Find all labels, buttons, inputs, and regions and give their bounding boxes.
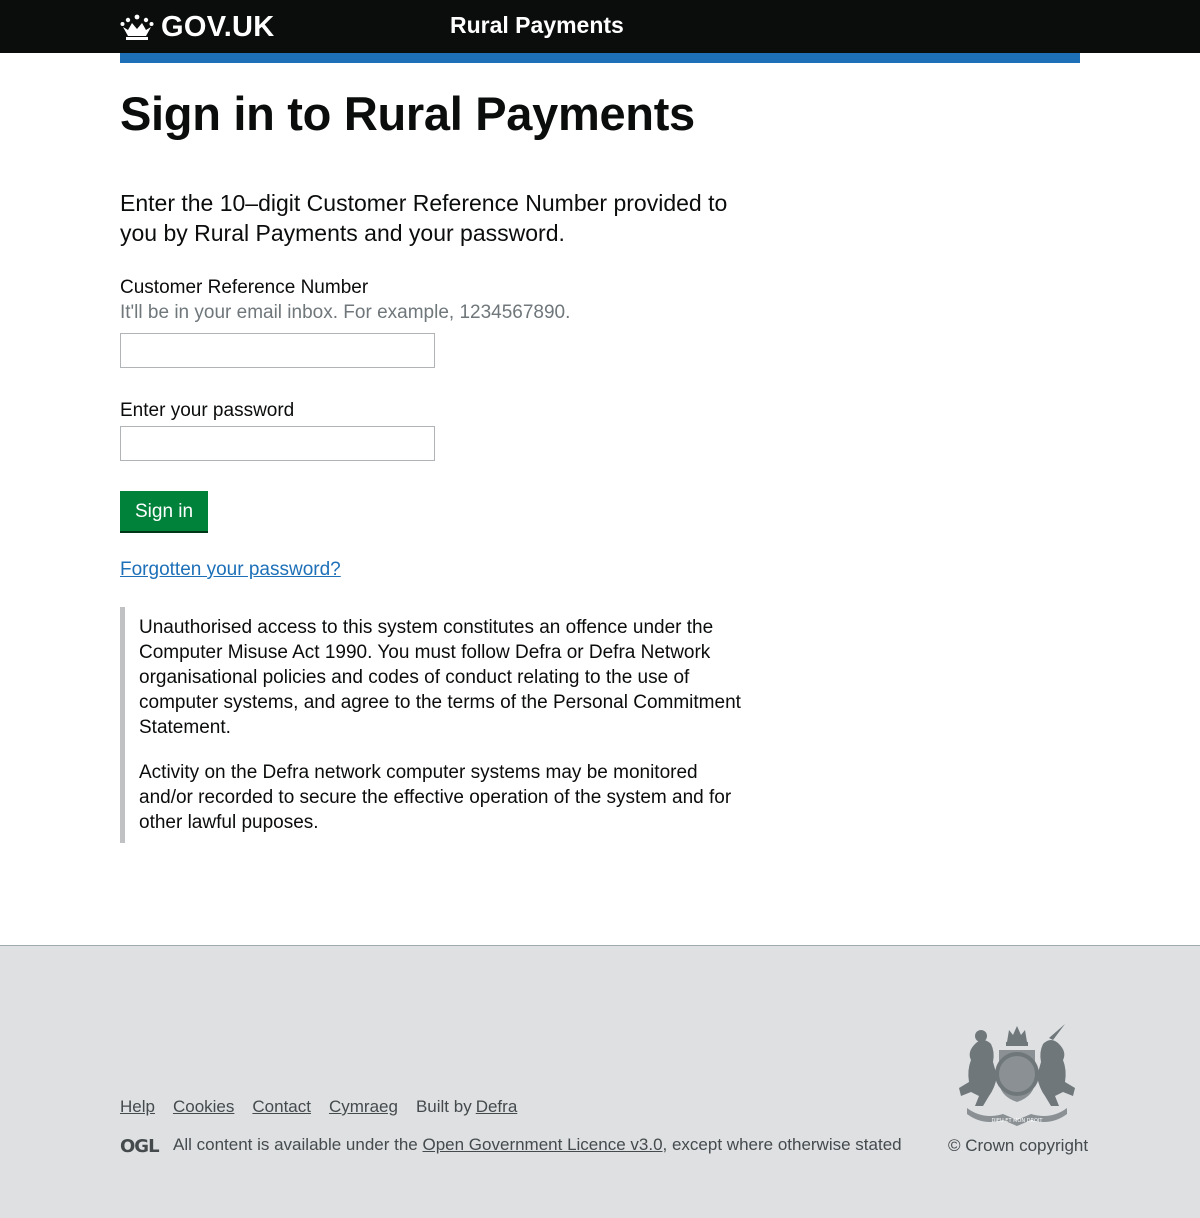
footer-link-cymraeg[interactable]: Cymraeg [329, 1097, 398, 1117]
crn-input[interactable] [120, 333, 435, 368]
notice-paragraph-2: Activity on the Defra network computer s… [139, 762, 732, 833]
footer-link-help[interactable]: Help [120, 1097, 155, 1117]
sign-in-button[interactable]: Sign in [120, 491, 209, 531]
built-by: Built by Defra [416, 1097, 535, 1117]
crown-copyright-link[interactable]: © Crown copyright [948, 1136, 1088, 1156]
crown-icon [120, 14, 154, 40]
password-label: Enter your password [120, 400, 295, 421]
govuk-logo-link[interactable]: GOV.UK [120, 9, 275, 45]
licence-link[interactable]: Open Government Licence v3.0 [423, 1135, 663, 1155]
intro-text: Enter the 10–digit Customer Reference Nu… [120, 190, 728, 246]
main-content: Sign in to Rural Payments Enter the 10–d… [120, 84, 760, 843]
site-footer: Help Cookies Contact Cymraeg Built by Def… [0, 945, 1200, 1218]
licence-prefix: All content is available under the [173, 1135, 418, 1154]
svg-text:OGL: OGL [120, 1137, 159, 1154]
forgotten-password-link[interactable]: Forgotten your password? [120, 557, 760, 582]
crn-label: Customer Reference Number [120, 277, 369, 298]
header-blue-bar [120, 53, 1080, 63]
ogl-logo-icon: OGL [120, 1137, 160, 1154]
service-name-link[interactable]: Rural Payments [450, 12, 624, 39]
footer-link-cookies[interactable]: Cookies [173, 1097, 234, 1117]
password-input[interactable] [120, 426, 435, 461]
crn-form-group: Customer Reference Number It'll be in yo… [120, 275, 760, 368]
footer-link-defra[interactable]: Defra [476, 1097, 518, 1116]
licence-row: OGL All content is available under the O… [120, 1135, 902, 1155]
svg-text:DIEU ET MON DROIT: DIEU ET MON DROIT [992, 1118, 1044, 1124]
govuk-logo-text: GOV.UK [161, 10, 275, 43]
royal-coat-of-arms-icon: DIEU ET MON DROIT [959, 1024, 1075, 1126]
notice-paragraph-1: Unauthorised access to this system const… [139, 617, 741, 738]
licence-suffix: , except where otherwise stated [662, 1135, 902, 1154]
built-by-text: Built by [415, 1097, 472, 1116]
footer-link-contact[interactable]: Contact [252, 1097, 311, 1117]
password-form-group: Enter your password [120, 398, 760, 461]
crn-hint: It'll be in your email inbox. For exampl… [120, 302, 571, 323]
page-title: Sign in to Rural Payments [120, 87, 695, 140]
footer-links: Help Cookies Contact Cymraeg Built by Def… [120, 1097, 535, 1117]
legal-notice: Unauthorised access to this system const… [120, 607, 749, 843]
site-header: GOV.UK Rural Payments [0, 0, 1200, 53]
